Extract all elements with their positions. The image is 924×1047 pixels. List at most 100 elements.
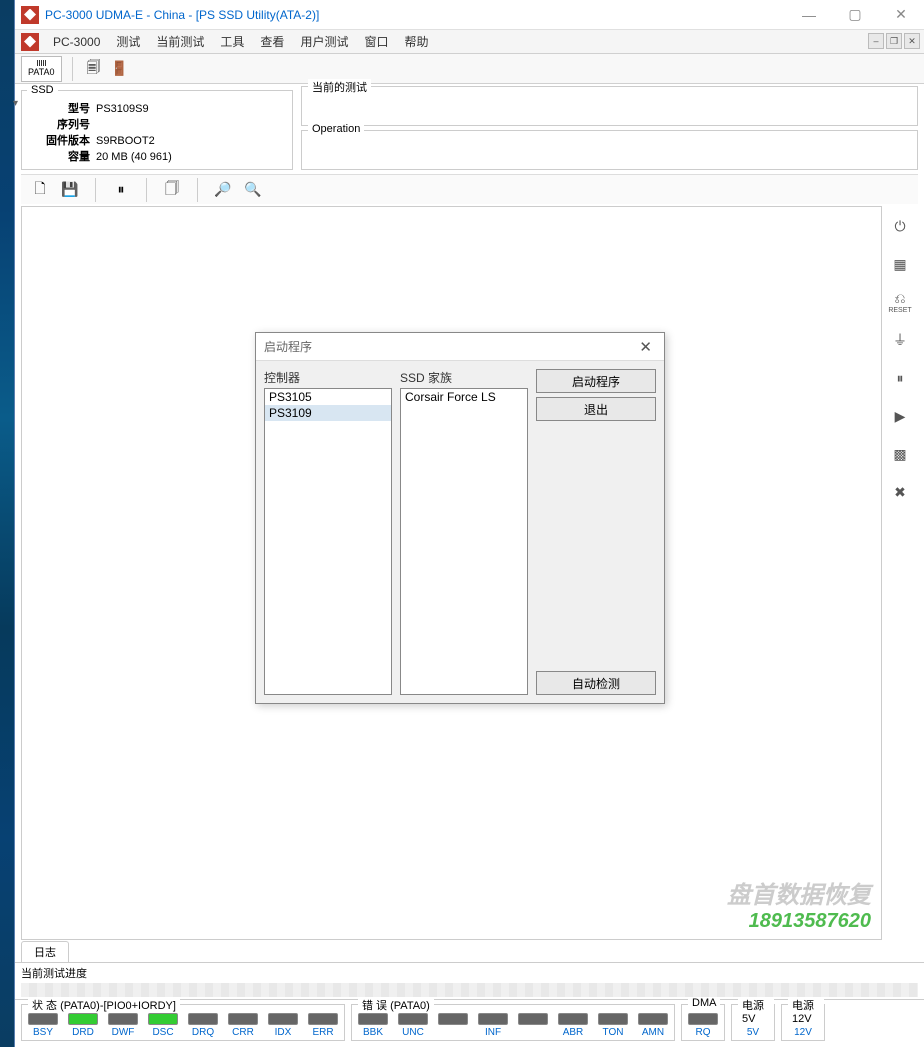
mdi-close[interactable]: ✕ bbox=[904, 33, 920, 49]
dialog-titlebar: 启动程序 ✕ bbox=[256, 333, 664, 361]
pause2-icon[interactable]: ⏸ bbox=[888, 366, 912, 390]
log-tab-bar: 日志 bbox=[21, 940, 918, 962]
led-label: DRD bbox=[72, 1027, 94, 1038]
model-value: PS3109S9 bbox=[96, 101, 286, 117]
controller-label: 控制器 bbox=[264, 369, 392, 386]
led-indicator bbox=[268, 1013, 298, 1025]
operation-label: Operation bbox=[308, 123, 364, 135]
state-group: 状 态 (PATA0)-[PIO0+IORDY] BSYDRDDWFDSCDRQ… bbox=[21, 1004, 345, 1041]
led-label: RQ bbox=[696, 1027, 711, 1038]
family-list[interactable]: Corsair Force LS bbox=[400, 388, 528, 695]
find-next-icon[interactable]: 🔍 bbox=[242, 179, 264, 201]
progress-bar bbox=[21, 983, 918, 997]
menu-window[interactable]: 窗口 bbox=[356, 30, 396, 53]
controller-list[interactable]: PS3105PS3109 bbox=[264, 388, 392, 695]
power12-title: 电源 12V bbox=[788, 997, 824, 1025]
led-indicator bbox=[148, 1013, 178, 1025]
copy-icon[interactable]: 🗍 bbox=[161, 179, 183, 201]
capacity-value: 20 MB (40 961) bbox=[96, 149, 286, 165]
model-label: 型号 bbox=[28, 101, 96, 117]
controller-item-PS3105[interactable]: PS3105 bbox=[265, 389, 391, 405]
minimize-button[interactable]: — bbox=[786, 0, 832, 29]
led-AMN: AMN bbox=[636, 1013, 670, 1038]
find-icon[interactable]: 🔎 bbox=[212, 179, 234, 201]
fw-label: 固件版本 bbox=[28, 133, 96, 149]
pata0-label: PATA0 bbox=[28, 67, 55, 77]
led-DWF: DWF bbox=[106, 1013, 140, 1038]
led-label: IDX bbox=[275, 1027, 292, 1038]
menu-bar: PC-3000 测试 当前测试 工具 查看 用户测试 窗口 帮助 – ❐ ✕ bbox=[15, 30, 924, 54]
menu-tools[interactable]: 工具 bbox=[212, 30, 252, 53]
led-indicator bbox=[28, 1013, 58, 1025]
led-CRR: CRR bbox=[226, 1013, 260, 1038]
menu-help[interactable]: 帮助 bbox=[396, 30, 436, 53]
led-label: ERR bbox=[312, 1027, 333, 1038]
menu-user-test[interactable]: 用户测试 bbox=[292, 30, 356, 53]
led-DSC: DSC bbox=[146, 1013, 180, 1038]
led-indicator bbox=[398, 1013, 428, 1025]
maximize-button[interactable]: ▢ bbox=[832, 0, 878, 29]
power-icon[interactable]: ⏻ bbox=[888, 214, 912, 238]
led-indicator bbox=[598, 1013, 628, 1025]
led-label: DRQ bbox=[192, 1027, 214, 1038]
led-DRD: DRD bbox=[66, 1013, 100, 1038]
led-label: ABR bbox=[563, 1027, 584, 1038]
mdi-restore[interactable]: ❐ bbox=[886, 33, 902, 49]
led-indicator bbox=[108, 1013, 138, 1025]
desktop-background-sliver bbox=[0, 0, 14, 1047]
led-indicator bbox=[558, 1013, 588, 1025]
ssd-header: SSD bbox=[27, 84, 58, 96]
exit-door-icon[interactable]: 🚪 bbox=[109, 58, 131, 80]
dialog-autodetect-button[interactable]: 自动检测 bbox=[536, 671, 656, 695]
menu-test[interactable]: 测试 bbox=[108, 30, 148, 53]
menu-view[interactable]: 查看 bbox=[252, 30, 292, 53]
progress-label: 当前测试进度 bbox=[21, 968, 87, 980]
controller-item-PS3109[interactable]: PS3109 bbox=[265, 405, 391, 421]
led-indicator bbox=[438, 1013, 468, 1025]
play-icon[interactable]: ▶ bbox=[888, 404, 912, 428]
pata0-button[interactable]: PATA0 bbox=[21, 56, 62, 82]
led-label: DSC bbox=[152, 1027, 173, 1038]
reset-icon[interactable]: ⎌RESET bbox=[888, 290, 912, 314]
ssd-caret-icon[interactable]: ▾ bbox=[13, 98, 18, 109]
led-label: AMN bbox=[642, 1027, 664, 1038]
led-label: DWF bbox=[112, 1027, 135, 1038]
current-test-label: 当前的测试 bbox=[308, 79, 371, 95]
menu-current-test[interactable]: 当前测试 bbox=[148, 30, 212, 53]
pause-icon[interactable]: ⏸ bbox=[110, 179, 132, 201]
led-UNC: UNC bbox=[396, 1013, 430, 1038]
led-IDX: IDX bbox=[266, 1013, 300, 1038]
menu-app-icon bbox=[21, 33, 39, 51]
right-toolbar: ⏻ ▦ ⎌RESET ⏚ ⏸ ▶ ▩ ✖ bbox=[882, 206, 918, 940]
led-label: 12V bbox=[794, 1027, 812, 1038]
save-icon[interactable]: 💾 bbox=[59, 179, 81, 201]
power5-title: 电源 5V bbox=[738, 997, 774, 1025]
menu-app-label[interactable]: PC-3000 bbox=[45, 32, 108, 52]
led-indicator bbox=[688, 1013, 718, 1025]
copy-stack-icon[interactable]: 🗐 bbox=[83, 58, 105, 80]
voltage-icon[interactable]: ⏚ bbox=[888, 328, 912, 352]
family-item[interactable]: Corsair Force LS bbox=[401, 389, 527, 405]
info-section: ▾ SSD 型号PS3109S9 序列号 固件版本S9RBOOT2 容量20 M… bbox=[15, 84, 924, 170]
chip2-icon[interactable]: ▩ bbox=[888, 442, 912, 466]
new-file-icon[interactable]: 🗋 bbox=[29, 179, 51, 201]
dialog-start-button[interactable]: 启动程序 bbox=[536, 369, 656, 393]
dma-title: DMA bbox=[688, 997, 720, 1009]
dialog-exit-button[interactable]: 退出 bbox=[536, 397, 656, 421]
operation-box: Operation bbox=[301, 130, 918, 170]
led-INF: INF bbox=[476, 1013, 510, 1038]
close-button[interactable]: ✕ bbox=[878, 0, 924, 29]
led-ERR: ERR bbox=[306, 1013, 340, 1038]
led-indicator bbox=[68, 1013, 98, 1025]
led-indicator bbox=[358, 1013, 388, 1025]
dialog-close-button[interactable]: ✕ bbox=[635, 338, 656, 356]
progress-section: 当前测试进度 bbox=[15, 962, 924, 999]
tools-icon[interactable]: ✖ bbox=[888, 480, 912, 504]
chip-icon[interactable]: ▦ bbox=[888, 252, 912, 276]
led-label: CRR bbox=[232, 1027, 254, 1038]
mdi-minimize[interactable]: – bbox=[868, 33, 884, 49]
log-tab[interactable]: 日志 bbox=[21, 941, 69, 962]
led-indicator bbox=[308, 1013, 338, 1025]
serial-label: 序列号 bbox=[28, 117, 96, 133]
led-TON: TON bbox=[596, 1013, 630, 1038]
